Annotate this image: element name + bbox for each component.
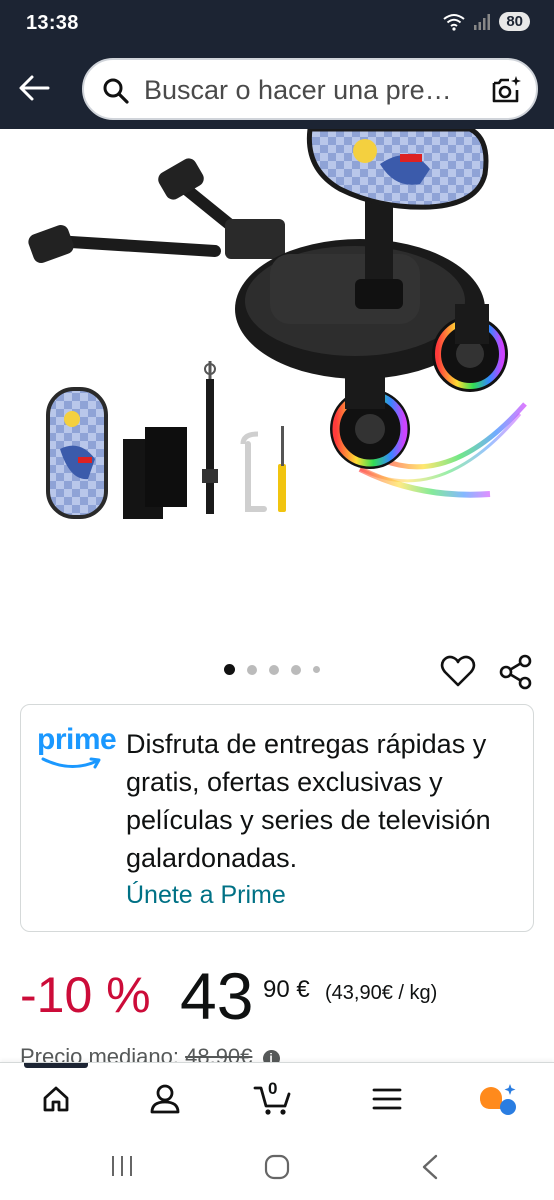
carousel-dot[interactable]: [224, 664, 235, 675]
rufus-icon: [480, 1084, 516, 1115]
unit-price: (43,90€ / kg): [325, 982, 438, 1004]
heart-icon: [440, 655, 476, 687]
nav-rufus[interactable]: [478, 1079, 518, 1119]
status-time: 13:38: [26, 12, 79, 34]
account-icon: [150, 1084, 180, 1114]
carousel-dot[interactable]: [269, 664, 279, 675]
back-button[interactable]: [14, 68, 54, 108]
carousel-dot[interactable]: [291, 664, 301, 675]
prime-smile-icon: [41, 757, 101, 769]
image-carousel-indicator[interactable]: [224, 664, 320, 675]
status-icons: 80: [443, 12, 530, 31]
app-screen: 13:38 80 Buscar o hacer una pre… prime D…: [0, 0, 554, 1200]
nav-account[interactable]: [145, 1079, 185, 1119]
active-tab-indicator: [24, 1063, 88, 1068]
median-price-value: 48,90€: [185, 1044, 253, 1064]
camera-search-icon[interactable]: [490, 74, 522, 106]
wishlist-button[interactable]: [440, 654, 476, 693]
price-whole: 43: [180, 959, 254, 1033]
nav-home[interactable]: [36, 1079, 76, 1119]
join-prime-link[interactable]: Únete a Prime: [126, 881, 286, 910]
discount-percent: -10 %: [20, 967, 151, 1023]
carousel-dot[interactable]: [313, 666, 320, 673]
home-button-icon[interactable]: [264, 1154, 290, 1180]
prime-description: Disfruta de entregas rápidas y gratis, o…: [126, 729, 491, 873]
top-bar: 13:38 80 Buscar o hacer una pre…: [0, 0, 554, 129]
nav-cart[interactable]: 0: [253, 1079, 293, 1119]
signal-icon: [474, 13, 491, 30]
price-block: -10 % 43 90 € (43,90€ / kg): [20, 958, 540, 1038]
recent-apps-icon[interactable]: [110, 1154, 134, 1178]
product-photo: [28, 126, 527, 519]
wifi-icon: [443, 13, 465, 31]
status-bar: 13:38 80: [0, 0, 554, 50]
nav-menu[interactable]: [367, 1079, 407, 1119]
carousel-dot[interactable]: [247, 664, 257, 675]
price-fraction: 90 €: [263, 976, 310, 1003]
bottom-navigation: 0: [0, 1062, 554, 1134]
system-back-icon[interactable]: [420, 1154, 440, 1180]
back-arrow-icon: [19, 75, 50, 101]
prime-promo-card: prime Disfruta de entregas rápidas y gra…: [20, 704, 534, 932]
product-image[interactable]: [0, 126, 554, 649]
median-price: Precio mediano: 48,90€ i: [20, 1044, 280, 1064]
search-input[interactable]: Buscar o hacer una pre…: [144, 75, 480, 106]
cart-count: 0: [268, 1079, 278, 1098]
share-button[interactable]: [498, 654, 534, 695]
share-icon: [499, 654, 532, 690]
prime-logo: prime: [37, 723, 117, 778]
search-icon: [103, 78, 129, 104]
search-bar[interactable]: Buscar o hacer una pre…: [82, 58, 538, 120]
battery-level: 80: [499, 12, 530, 31]
menu-icon: [372, 1088, 402, 1110]
median-price-label: Precio mediano:: [20, 1044, 179, 1064]
home-icon: [43, 1086, 69, 1112]
system-navigation: [0, 1134, 554, 1200]
prime-logo-text: prime: [37, 723, 117, 756]
